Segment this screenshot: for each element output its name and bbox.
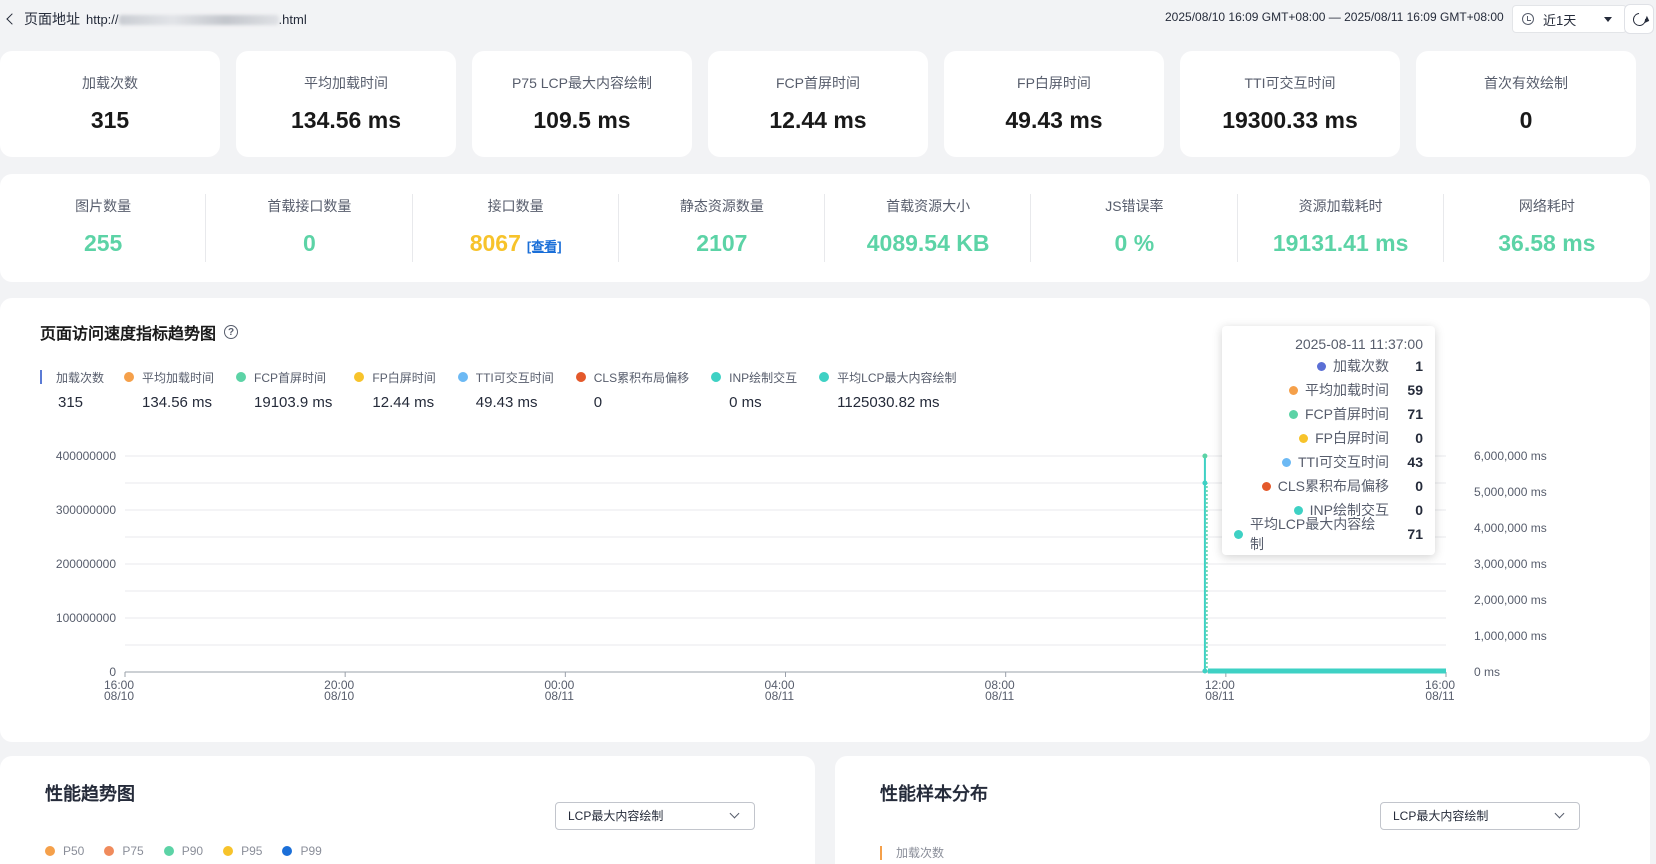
chevron-down-icon (729, 808, 740, 819)
y-left-tick-label: 0 (109, 665, 116, 679)
legend-label: P95 (241, 844, 263, 858)
x-tick-date: 08/11 (545, 689, 574, 703)
perf-dist-select-value: LCP最大内容绘制 (1393, 809, 1489, 823)
tooltip-value: 59 (1407, 382, 1423, 398)
tooltip-value: 1 (1415, 358, 1423, 374)
tooltip-value: 0 (1415, 430, 1423, 446)
tooltip-name: CLS累积布局偏移 (1277, 478, 1389, 494)
y-left-tick-label: 100000000 (56, 611, 116, 625)
tooltip-name: FP白屏时间 (1315, 430, 1389, 446)
tooltip-row: CLS累积布局偏移 0 (1234, 474, 1423, 498)
legend-label: P90 (181, 844, 204, 858)
tooltip-value: 43 (1407, 454, 1423, 470)
legend-item-load-count[interactable]: 加载次数 (880, 844, 944, 861)
perf-trend-card: 性能趋势图 LCP最大内容绘制 P50 P75 P90 P95 P99 (0, 756, 815, 864)
legend-label: P50 (63, 844, 85, 858)
x-tick-date: 08/11 (765, 689, 794, 703)
tooltip-marker (1299, 433, 1309, 443)
y-right-tick-label: 2,000,000 ms (1474, 593, 1547, 607)
perf-dist-card: 性能样本分布 LCP最大内容绘制 加载次数 (835, 756, 1650, 864)
y-left-tick-label: 200000000 (56, 557, 116, 571)
tooltip-value: 0 (1415, 502, 1423, 518)
y-right-tick-label: 5,000,000 ms (1474, 485, 1547, 499)
series-point (1202, 668, 1208, 674)
perf-trend-title: 性能趋势图 (45, 784, 135, 804)
legend-marker (282, 846, 293, 856)
perf-dist-metric-select[interactable]: LCP最大内容绘制 (1380, 802, 1580, 830)
series-point (1202, 480, 1208, 486)
chart-tooltip: 2025-08-11 11:37:00 加载次数 1 平均加载时间 59 FCP… (1222, 326, 1435, 555)
legend-label: P99 (300, 844, 322, 858)
y-left-tick-label: 400000000 (56, 449, 116, 463)
tooltip-marker (1289, 385, 1298, 395)
legend-marker (223, 846, 234, 856)
tooltip-marker (1282, 457, 1291, 467)
legend-marker (45, 846, 55, 856)
tooltip-row: FP白屏时间 0 (1234, 426, 1423, 450)
x-tick-date: 08/10 (104, 689, 134, 703)
legend-marker (880, 845, 882, 860)
tooltip-marker (1234, 529, 1243, 539)
tooltip-name: TTI可交互时间 (1298, 454, 1389, 470)
legend-marker (104, 846, 115, 856)
perf-legend-item[interactable]: P75 (104, 844, 144, 858)
tooltip-name: 平均加载时间 (1305, 382, 1389, 398)
tooltip-value: 71 (1407, 526, 1423, 542)
tooltip-name: 加载次数 (1333, 358, 1389, 374)
perf-dist-legend: 加载次数 (880, 844, 964, 861)
perf-trend-select-value: LCP最大内容绘制 (568, 809, 664, 823)
tooltip-row: TTI可交互时间 43 (1234, 450, 1423, 474)
perf-trend-metric-select[interactable]: LCP最大内容绘制 (555, 802, 755, 830)
perf-legend-item[interactable]: P99 (282, 844, 322, 858)
tooltip-marker (1289, 409, 1298, 419)
chevron-down-icon (1554, 808, 1565, 819)
tooltip-time: 2025-08-11 11:37:00 (1295, 336, 1423, 352)
y-right-tick-label: 1,000,000 ms (1474, 629, 1547, 643)
legend-label: P75 (122, 844, 144, 858)
x-tick-date: 08/11 (1205, 689, 1234, 703)
y-right-tick-label: 4,000,000 ms (1474, 521, 1547, 535)
perf-legend-item[interactable]: P95 (223, 844, 262, 858)
legend-label: 加载次数 (896, 846, 945, 860)
tooltip-value: 71 (1407, 406, 1423, 422)
tooltip-name: FCP首屏时间 (1305, 406, 1389, 422)
tooltip-row: 平均LCP最大内容绘制 71 (1234, 516, 1423, 552)
y-right-tick-label: 3,000,000 ms (1474, 557, 1547, 571)
tooltip-marker (1261, 481, 1271, 491)
y-right-tick-label: 0 ms (1474, 665, 1500, 679)
tooltip-value: 0 (1415, 478, 1423, 494)
perf-trend-legend: P50 P75 P90 P95 P99 (45, 844, 342, 858)
y-left-tick-label: 300000000 (56, 503, 116, 517)
perf-dist-title: 性能样本分布 (880, 784, 988, 804)
series-point (1202, 453, 1208, 459)
legend-marker (163, 846, 174, 856)
tooltip-name: 平均LCP最大内容绘制 (1249, 516, 1376, 552)
tooltip-row: 平均加载时间 59 (1234, 378, 1423, 402)
x-tick-date: 08/11 (985, 689, 1014, 703)
tooltip-marker (1317, 361, 1326, 371)
perf-legend-item[interactable]: P90 (163, 844, 204, 858)
x-tick-date: 08/11 (1425, 689, 1454, 703)
y-right-tick-label: 6,000,000 ms (1474, 449, 1547, 463)
perf-legend-item[interactable]: P50 (45, 844, 84, 858)
tooltip-row: 加载次数 1 (1234, 354, 1423, 378)
tooltip-row: FCP首屏时间 71 (1234, 402, 1423, 426)
x-tick-date: 08/10 (324, 689, 354, 703)
